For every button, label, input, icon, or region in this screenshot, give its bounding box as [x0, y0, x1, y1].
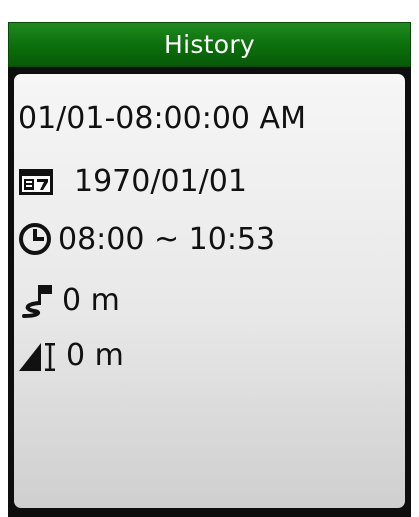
record-distance: 0 m	[62, 282, 120, 318]
calendar-icon	[18, 166, 54, 196]
record-datetime: 01/01-08:00:00 AM	[18, 100, 306, 136]
title-bar: History	[8, 22, 411, 67]
record-date: 1970/01/01	[74, 163, 247, 199]
altitude-icon	[18, 337, 60, 373]
history-screen: History 01/01-08:00:00 AM 1970/01/01 08:…	[0, 0, 419, 517]
record-distance-row: 0 m	[18, 278, 120, 322]
record-date-row: 1970/01/01	[18, 159, 247, 203]
record-time-range: 08:00 ~ 10:53	[58, 221, 276, 257]
record-time-row: 08:00 ~ 10:53	[18, 217, 275, 261]
page-title: History	[163, 30, 256, 59]
record-altitude-row: 0 m	[18, 333, 124, 377]
clock-icon	[18, 222, 52, 256]
record-altitude: 0 m	[66, 337, 124, 373]
record-datetime-row: 01/01-08:00:00 AM	[18, 96, 306, 140]
route-flag-icon	[18, 281, 56, 319]
